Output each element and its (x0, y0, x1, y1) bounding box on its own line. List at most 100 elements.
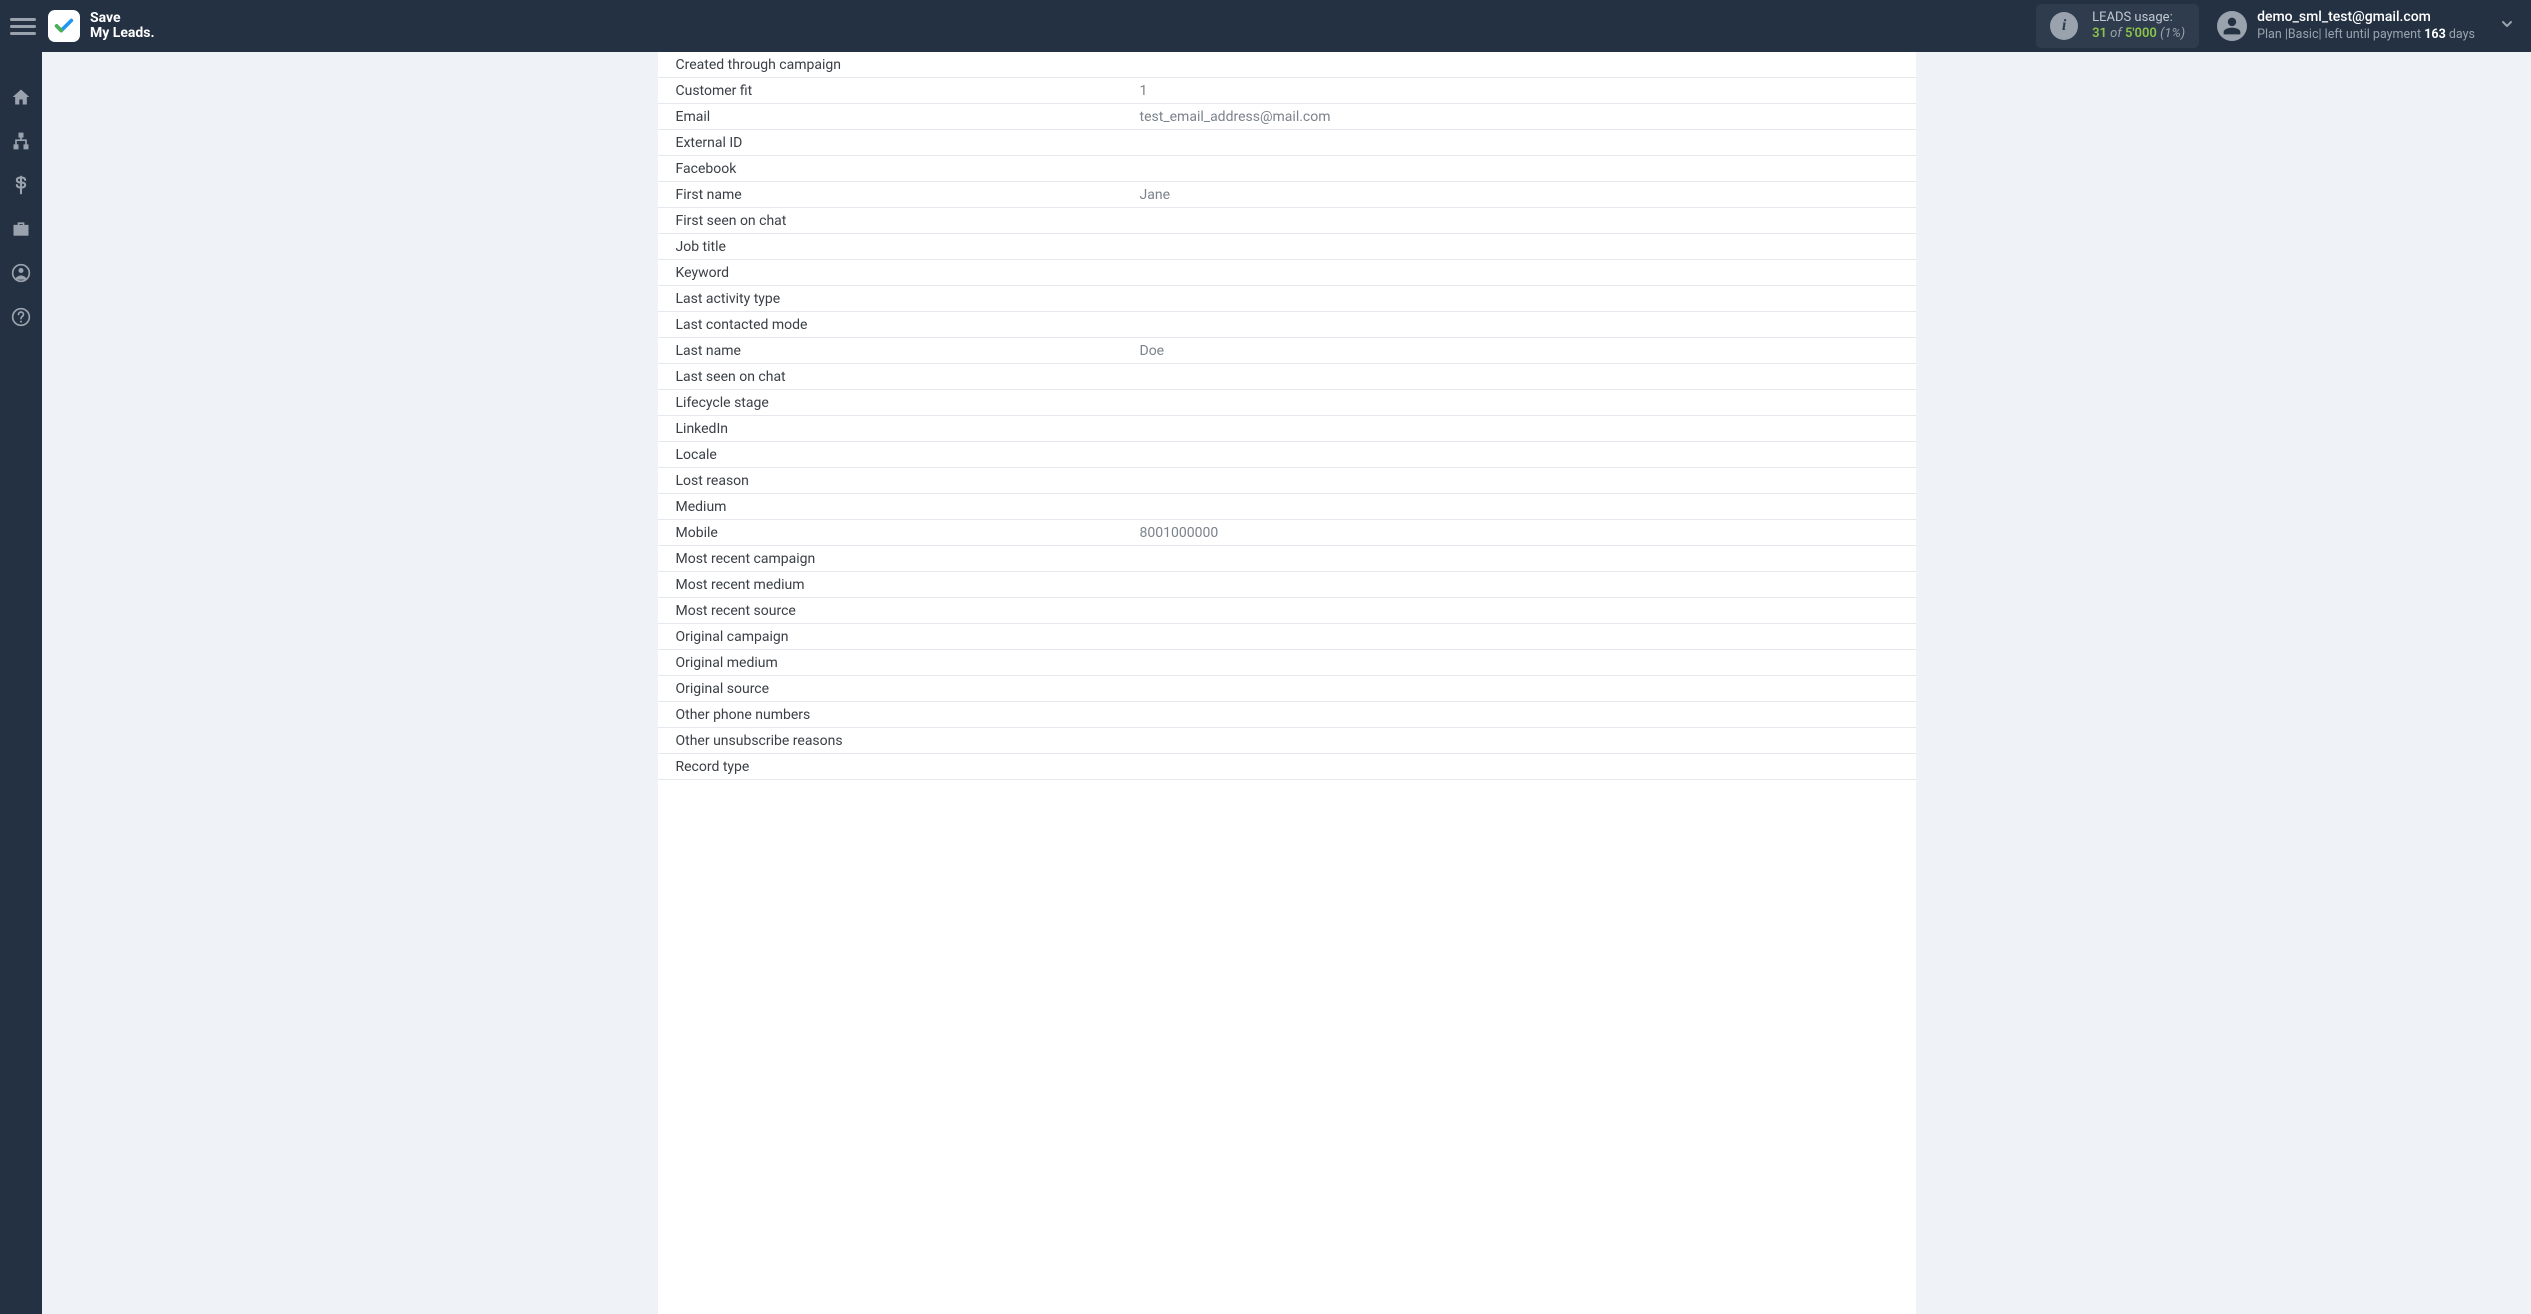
brand-name: Save My Leads. (90, 11, 155, 42)
field-row: Most recent medium (658, 572, 1916, 598)
field-row: Facebook (658, 156, 1916, 182)
field-label: External ID (658, 135, 1138, 151)
field-row: Locale (658, 442, 1916, 468)
user-email: demo_sml_test@gmail.com (2257, 9, 2475, 27)
field-row: LinkedIn (658, 416, 1916, 442)
sidebar-item-connections[interactable] (0, 126, 42, 156)
info-icon: i (2050, 12, 2078, 40)
field-row: Medium (658, 494, 1916, 520)
field-row: Other phone numbers (658, 702, 1916, 728)
field-row: Other unsubscribe reasons (658, 728, 1916, 754)
field-label: Other phone numbers (658, 707, 1138, 723)
sidebar-nav (0, 52, 42, 1314)
field-label: Mobile (658, 525, 1138, 541)
field-row: Job title (658, 234, 1916, 260)
menu-toggle-button[interactable] (10, 18, 36, 35)
field-label: Locale (658, 447, 1138, 463)
field-row: Original campaign (658, 624, 1916, 650)
avatar (2217, 11, 2247, 41)
question-circle-icon (11, 307, 31, 327)
field-row: Most recent source (658, 598, 1916, 624)
field-row: External ID (658, 130, 1916, 156)
field-value: Doe (1138, 343, 1916, 359)
field-label: Record type (658, 759, 1138, 775)
field-label: Keyword (658, 265, 1138, 281)
field-row: Record type (658, 754, 1916, 780)
field-value: 1 (1138, 83, 1916, 99)
field-label: Created through campaign (658, 57, 1138, 73)
field-label: Job title (658, 239, 1138, 255)
plan-days-suffix: days (2446, 27, 2475, 42)
field-label: Email (658, 109, 1138, 125)
leads-of: of (2110, 26, 2122, 41)
field-row: First nameJane (658, 182, 1916, 208)
field-value: Jane (1138, 187, 1916, 203)
leads-percent: (1%) (2160, 26, 2185, 41)
field-label: Last contacted mode (658, 317, 1138, 333)
user-icon (2222, 16, 2242, 36)
leads-usage-value: 31 of 5'000 (1%) (2092, 26, 2185, 42)
field-label: Most recent source (658, 603, 1138, 619)
fields-card: Created through campaignCustomer fit1Ema… (658, 52, 1916, 1314)
field-label: Original medium (658, 655, 1138, 671)
field-row: Last seen on chat (658, 364, 1916, 390)
field-label: Last seen on chat (658, 369, 1138, 385)
leads-total: 5'000 (2125, 26, 2157, 41)
plan-prefix: Plan | (2257, 27, 2288, 42)
field-label: First name (658, 187, 1138, 203)
field-row: First seen on chat (658, 208, 1916, 234)
sidebar-item-help[interactable] (0, 302, 42, 332)
user-plan-line: Plan |Basic| left until payment 163 days (2257, 27, 2475, 43)
top-bar: Save My Leads. i LEADS usage: 31 of 5'00… (0, 0, 2531, 52)
field-row: Keyword (658, 260, 1916, 286)
field-value: test_email_address@mail.com (1138, 109, 1916, 125)
field-row: Mobile8001000000 (658, 520, 1916, 546)
sidebar-item-billing[interactable] (0, 170, 42, 200)
checkmark-icon (53, 15, 75, 37)
field-label: Facebook (658, 161, 1138, 177)
leads-usage-label: LEADS usage: (2092, 10, 2185, 26)
field-label: LinkedIn (658, 421, 1138, 437)
field-row: Lifecycle stage (658, 390, 1916, 416)
sidebar-item-toolbox[interactable] (0, 214, 42, 244)
field-label: First seen on chat (658, 213, 1138, 229)
leads-usage-panel[interactable]: i LEADS usage: 31 of 5'000 (1%) (2036, 4, 2199, 49)
plan-mid: | left until payment (2319, 27, 2425, 42)
field-label: Most recent campaign (658, 551, 1138, 567)
field-row: Last activity type (658, 286, 1916, 312)
user-circle-icon (11, 263, 31, 283)
field-row: Last contacted mode (658, 312, 1916, 338)
user-menu[interactable]: demo_sml_test@gmail.com Plan |Basic| lef… (2217, 9, 2521, 42)
main-content: Created through campaignCustomer fit1Ema… (42, 52, 2531, 1314)
field-row: Emailtest_email_address@mail.com (658, 104, 1916, 130)
sitemap-icon (11, 131, 31, 151)
field-row: Original source (658, 676, 1916, 702)
field-label: Most recent medium (658, 577, 1138, 593)
field-row: Customer fit1 (658, 78, 1916, 104)
field-label: Original campaign (658, 629, 1138, 645)
field-value: 8001000000 (1138, 525, 1916, 541)
app-logo[interactable] (48, 10, 80, 42)
field-row: Created through campaign (658, 52, 1916, 78)
chevron-down-icon[interactable] (2499, 16, 2515, 36)
field-row: Last nameDoe (658, 338, 1916, 364)
field-label: Medium (658, 499, 1138, 515)
plan-days: 163 (2424, 27, 2446, 42)
field-label: Last name (658, 343, 1138, 359)
field-label: Original source (658, 681, 1138, 697)
briefcase-icon (11, 219, 31, 239)
field-label: Customer fit (658, 83, 1138, 99)
field-row: Lost reason (658, 468, 1916, 494)
sidebar-item-home[interactable] (0, 82, 42, 112)
plan-name: Basic (2288, 27, 2319, 42)
brand-line-1: Save (90, 11, 155, 26)
field-row: Most recent campaign (658, 546, 1916, 572)
field-label: Other unsubscribe reasons (658, 733, 1138, 749)
sidebar-item-account[interactable] (0, 258, 42, 288)
field-label: Lifecycle stage (658, 395, 1138, 411)
field-label: Last activity type (658, 291, 1138, 307)
leads-used: 31 (2092, 26, 2107, 41)
field-row: Original medium (658, 650, 1916, 676)
field-label: Lost reason (658, 473, 1138, 489)
brand-line-2: My Leads. (90, 26, 155, 41)
